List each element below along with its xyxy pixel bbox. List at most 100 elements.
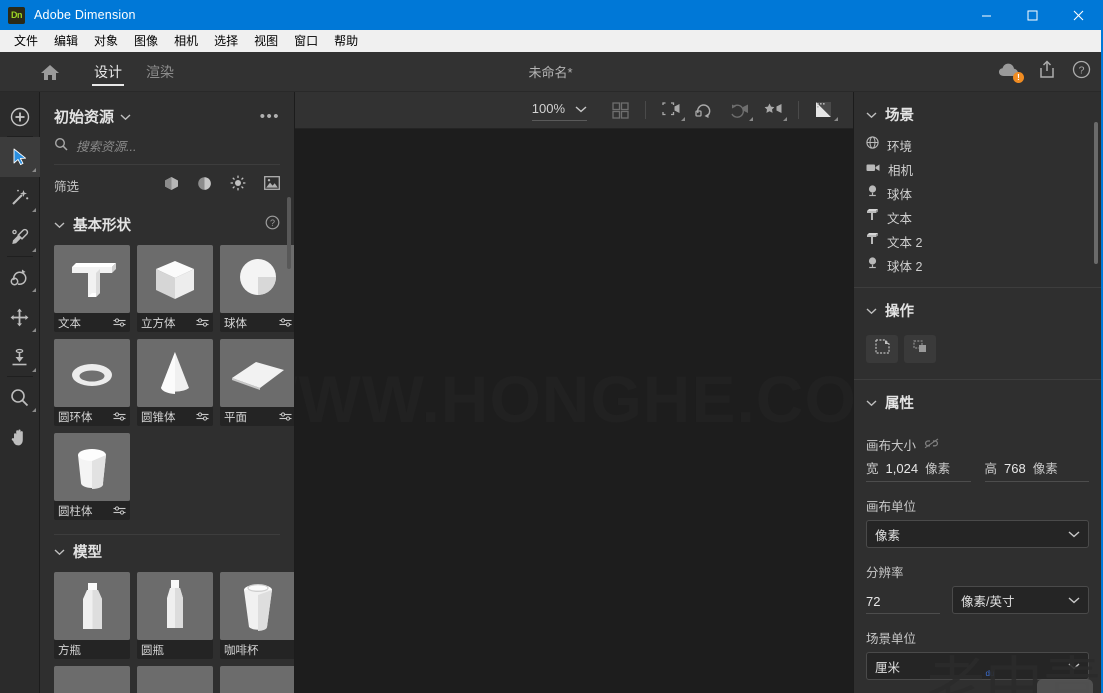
close-button[interactable] xyxy=(1055,0,1101,30)
rotate-tool[interactable] xyxy=(0,257,40,297)
properties-panel-header[interactable]: 属性 xyxy=(854,380,1101,421)
magic-select-action[interactable] xyxy=(904,335,936,363)
menu-image[interactable]: 图像 xyxy=(126,31,166,51)
material-filter-icon[interactable] xyxy=(197,176,212,196)
height-key: 高 xyxy=(984,462,998,476)
assets-scrollbar[interactable] xyxy=(287,197,291,269)
asset-options-icon[interactable] xyxy=(279,408,292,426)
toolbar-separator xyxy=(798,101,799,119)
section-header-models[interactable]: 模型 xyxy=(40,535,294,572)
assets-more-button[interactable]: ••• xyxy=(260,108,280,125)
zoom-tool[interactable] xyxy=(0,377,40,417)
drop-to-ground-tool[interactable] xyxy=(0,337,40,377)
scene-item-label: 环境 xyxy=(887,139,913,154)
menu-edit[interactable]: 编辑 xyxy=(46,31,86,51)
asset-card[interactable]: 方瓶 xyxy=(54,572,130,659)
asset-card[interactable]: 圆环体 xyxy=(54,339,130,426)
window-title: Adobe Dimension xyxy=(34,8,136,22)
asset-card[interactable]: 圆锥体 xyxy=(137,339,213,426)
menu-select[interactable]: 选择 xyxy=(206,31,246,51)
camera-bookmark-button[interactable] xyxy=(756,95,790,125)
window-controls xyxy=(963,0,1101,30)
tab-render[interactable]: 渲染 xyxy=(134,52,186,92)
chevron-down-icon[interactable] xyxy=(120,108,131,126)
tab-design[interactable]: 设计 xyxy=(82,52,134,92)
menu-object[interactable]: 对象 xyxy=(86,31,126,51)
scene-item-sphere[interactable]: 球体 xyxy=(854,181,1101,205)
resolution-unit-select[interactable]: 像素/英寸 xyxy=(952,586,1089,614)
hand-tool[interactable] xyxy=(0,417,40,457)
scene-item-environment[interactable]: 环境 xyxy=(854,133,1101,157)
scene-item-text-2[interactable]: 文本 2 xyxy=(854,229,1101,253)
asset-card-footer: 圆柱体 xyxy=(54,501,130,520)
asset-card[interactable]: 圆柱体 xyxy=(54,433,130,520)
text-object-icon xyxy=(866,232,879,250)
menu-view[interactable]: 视图 xyxy=(246,31,286,51)
asset-options-icon[interactable] xyxy=(196,314,209,332)
camera-orbit-left-button[interactable] xyxy=(688,95,722,125)
camera-orbit-right-button[interactable] xyxy=(722,95,756,125)
chevron-down-icon[interactable] xyxy=(575,100,587,118)
image-filter-icon[interactable] xyxy=(264,176,280,195)
canvas-viewport[interactable]: WWW.HONGHE.COM xyxy=(295,129,853,693)
eyedropper-tool[interactable] xyxy=(0,217,40,257)
baidu-watermark-icon: du xyxy=(985,668,995,678)
zoom-control[interactable]: 100% xyxy=(531,100,587,121)
light-filter-icon[interactable] xyxy=(230,175,246,196)
properties-panel-title: 属性 xyxy=(885,396,914,412)
scene-item-sphere-2[interactable]: 球体 2 xyxy=(854,253,1101,277)
search-icon xyxy=(54,137,68,156)
scene-panel-header[interactable]: 场景 xyxy=(854,92,1101,133)
menu-help[interactable]: 帮助 xyxy=(326,31,366,51)
share-icon[interactable] xyxy=(1038,60,1056,84)
resolution-value-field[interactable]: 72 xyxy=(866,594,940,614)
asset-options-icon[interactable] xyxy=(113,408,126,426)
scene-item-camera[interactable]: 相机 xyxy=(854,157,1101,181)
help-icon[interactable]: ? xyxy=(265,215,280,235)
menu-window[interactable]: 窗口 xyxy=(286,31,326,51)
asset-card[interactable]: 球体 xyxy=(220,245,294,332)
asset-card[interactable]: 圆瓶 xyxy=(137,572,213,659)
asset-card-partial[interactable] xyxy=(54,666,130,693)
asset-card-partial[interactable] xyxy=(137,666,213,693)
asset-card[interactable]: 平面 xyxy=(220,339,294,426)
model-filter-icon[interactable] xyxy=(164,176,179,196)
canvas-width-field[interactable]: 宽 1,024 像素 xyxy=(866,458,971,482)
move-tool[interactable] xyxy=(0,297,40,337)
asset-options-icon[interactable] xyxy=(113,502,126,520)
unlink-icon[interactable] xyxy=(924,438,939,452)
render-preview-button[interactable] xyxy=(807,95,841,125)
add-object-tool[interactable] xyxy=(0,97,40,137)
app-logo-icon: Dn xyxy=(8,6,25,24)
assets-filter-row: 筛选 xyxy=(40,165,294,208)
help-icon[interactable]: ? xyxy=(1072,60,1091,84)
canvas-unit-select[interactable]: 像素 xyxy=(866,520,1089,548)
asset-options-icon[interactable] xyxy=(196,408,209,426)
scene-scrollbar[interactable] xyxy=(1094,122,1098,264)
environment-globe-icon xyxy=(866,136,879,154)
cloud-sync-icon[interactable]: ! xyxy=(998,62,1024,83)
section-header-basic-shapes[interactable]: 基本形状 ? xyxy=(40,208,294,245)
asset-card-partial[interactable] xyxy=(220,666,294,693)
asset-card[interactable]: 立方体 xyxy=(137,245,213,332)
asset-card[interactable]: 咖啡杯 xyxy=(220,572,294,659)
asset-card[interactable]: 文本 xyxy=(54,245,130,332)
scene-item-text[interactable]: 文本 xyxy=(854,205,1101,229)
select-tool[interactable] xyxy=(0,137,40,177)
fit-to-view-button[interactable] xyxy=(603,95,637,125)
scene-panel-title: 场景 xyxy=(885,108,914,124)
camera-frame-button[interactable] xyxy=(654,95,688,125)
minimize-button[interactable] xyxy=(963,0,1009,30)
home-icon[interactable] xyxy=(32,63,68,81)
magic-wand-tool[interactable] xyxy=(0,177,40,217)
maximize-button[interactable] xyxy=(1009,0,1055,30)
asset-options-icon[interactable] xyxy=(279,314,292,332)
scene-unit-select[interactable]: 厘米 xyxy=(866,652,1089,680)
menu-camera[interactable]: 相机 xyxy=(166,31,206,51)
canvas-height-field[interactable]: 高 768 像素 xyxy=(984,458,1089,482)
new-group-action[interactable] xyxy=(866,335,898,363)
asset-options-icon[interactable] xyxy=(113,314,126,332)
search-input[interactable] xyxy=(76,139,256,154)
actions-panel-header[interactable]: 操作 xyxy=(854,288,1101,329)
menu-file[interactable]: 文件 xyxy=(6,31,46,51)
